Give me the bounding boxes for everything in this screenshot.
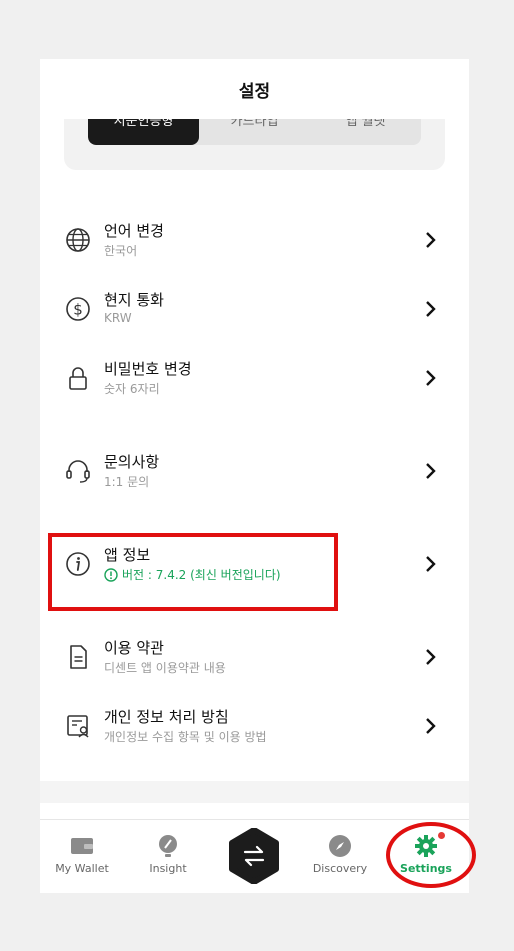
privacy-document-icon <box>67 715 89 738</box>
tab-label: Insight <box>149 862 187 875</box>
svg-text:$: $ <box>73 301 83 319</box>
tab-insight[interactable]: Insight <box>128 834 208 875</box>
settings-item-terms[interactable]: 이용 약관 디센트 앱 이용약관 내용 <box>40 629 469 685</box>
page-title: 설정 <box>238 82 271 102</box>
settings-item-title: 언어 변경 <box>104 222 164 240</box>
chevron-right-icon <box>426 556 436 572</box>
globe-icon <box>66 228 90 252</box>
settings-item-password[interactable]: 비밀번호 변경 숫자 6자리 <box>40 350 469 406</box>
swap-button[interactable] <box>226 828 282 884</box>
settings-item-subtitle: 한국어 <box>104 244 138 258</box>
document-icon <box>70 645 87 669</box>
chevron-right-icon <box>426 649 436 665</box>
dollar-circle-icon: $ <box>66 297 90 321</box>
compass-icon <box>329 835 351 857</box>
settings-item-subtitle: KRW <box>104 311 132 325</box>
wallet-type-segmented-control: 지문인증형 카드타입 앱 월렛 <box>88 119 421 145</box>
wallet-icon <box>71 838 93 854</box>
chevron-right-icon <box>426 718 436 734</box>
lightbulb-icon <box>159 835 177 857</box>
wallet-type-panel: 지문인증형 카드타입 앱 월렛 <box>64 119 445 170</box>
tab-label: My Wallet <box>55 862 109 875</box>
settings-item-title: 이용 약관 <box>104 639 164 657</box>
chevron-right-icon <box>426 301 436 317</box>
settings-tab-highlight-circle <box>386 822 476 888</box>
segment-card-type[interactable]: 카드타입 <box>199 119 310 145</box>
settings-item-subtitle: 숫자 6자리 <box>104 382 160 396</box>
chevron-right-icon <box>426 232 436 248</box>
tab-discovery[interactable]: Discovery <box>300 834 380 875</box>
settings-item-title: 비밀번호 변경 <box>104 360 192 378</box>
settings-item-subtitle: 개인정보 수집 항목 및 이용 방법 <box>104 730 267 744</box>
settings-item-title: 개인 정보 처리 방침 <box>104 708 229 726</box>
segment-app-wallet[interactable]: 앱 월렛 <box>310 119 421 145</box>
settings-item-privacy[interactable]: 개인 정보 처리 방침 개인정보 수집 항목 및 이용 방법 <box>40 698 469 754</box>
chevron-right-icon <box>426 463 436 479</box>
settings-item-subtitle: 1:1 문의 <box>104 475 150 489</box>
chevron-right-icon <box>426 370 436 386</box>
segment-fingerprint[interactable]: 지문인증형 <box>88 119 199 145</box>
settings-screen: 설정 지문인증형 카드타입 앱 월렛 언어 변경 한국어 $ 현지 통화 KRW <box>40 59 469 893</box>
tab-my-wallet[interactable]: My Wallet <box>42 834 122 875</box>
settings-item-title: 문의사항 <box>104 453 160 471</box>
settings-item-language[interactable]: 언어 변경 한국어 <box>40 212 469 268</box>
settings-item-subtitle: 디센트 앱 이용약관 내용 <box>104 661 226 675</box>
settings-item-currency[interactable]: $ 현지 통화 KRW <box>40 281 469 337</box>
headset-icon <box>66 460 90 483</box>
settings-item-inquiry[interactable]: 문의사항 1:1 문의 <box>40 443 469 499</box>
settings-item-title: 현지 통화 <box>104 291 164 309</box>
app-info-highlight-box <box>48 533 338 611</box>
section-divider <box>40 781 469 803</box>
lock-icon <box>69 367 87 390</box>
tab-label: Discovery <box>312 862 368 875</box>
